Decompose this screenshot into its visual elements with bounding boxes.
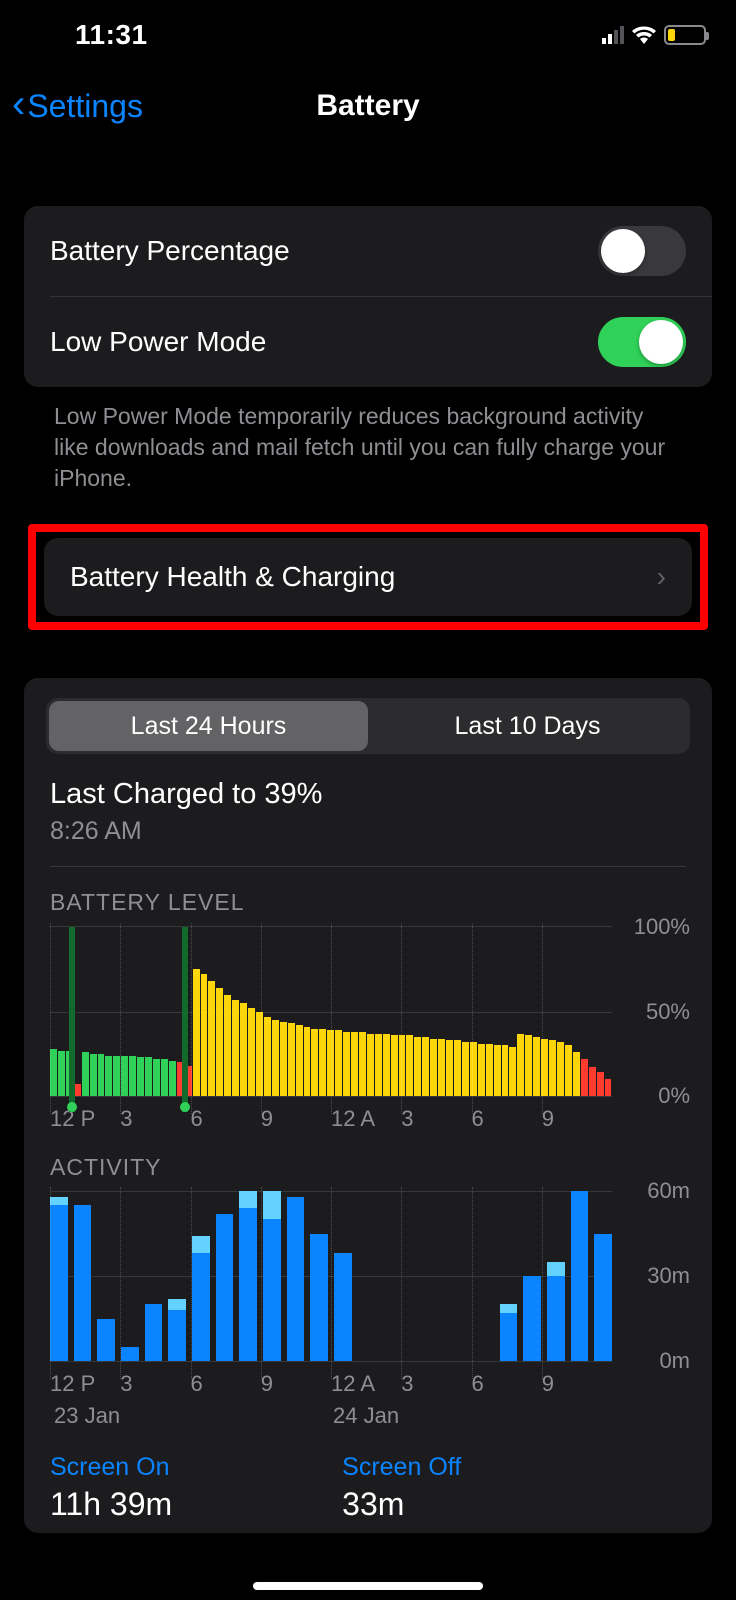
low-power-mode-toggle[interactable] — [598, 317, 686, 367]
date-label-2: 24 Jan — [333, 1403, 612, 1429]
low-power-mode-cell[interactable]: Low Power Mode — [50, 296, 712, 387]
battery-level-label: BATTERY LEVEL — [24, 867, 712, 926]
back-label: Settings — [27, 88, 143, 125]
cell-signal-icon — [602, 26, 624, 44]
status-time: 11:31 — [75, 19, 148, 51]
activity-label: ACTIVITY — [24, 1132, 712, 1191]
settings-group-health: Battery Health & Charging › — [44, 538, 692, 616]
segment-last-10-days[interactable]: Last 10 Days — [368, 701, 687, 751]
screen-off-col: Screen Off 33m — [342, 1453, 461, 1523]
battery-percentage-toggle[interactable] — [598, 226, 686, 276]
chevron-left-icon: ‹ — [12, 84, 25, 124]
settings-group-power: Battery Percentage Low Power Mode — [24, 206, 712, 387]
screen-on-col: Screen On 11h 39m — [50, 1453, 172, 1523]
home-indicator[interactable] — [253, 1582, 483, 1590]
battery-health-label: Battery Health & Charging — [70, 561, 395, 593]
last-charged-time: 8:26 AM — [24, 813, 712, 858]
date-label-1: 23 Jan — [50, 1403, 333, 1429]
screen-off-label: Screen Off — [342, 1453, 461, 1482]
battery-health-cell[interactable]: Battery Health & Charging › — [44, 538, 692, 616]
wifi-icon — [632, 26, 656, 44]
highlight-annotation: Battery Health & Charging › — [28, 524, 708, 630]
status-bar: 11:31 — [0, 0, 736, 70]
segment-last-24-hours[interactable]: Last 24 Hours — [49, 701, 368, 751]
battery-percentage-label: Battery Percentage — [50, 235, 290, 267]
last-charged-title: Last Charged to 39% — [24, 778, 712, 813]
battery-level-chart: 100% 50% 0% 12 P36912 A369 — [24, 926, 712, 1132]
nav-header: ‹ Settings Battery — [0, 76, 736, 136]
status-icons — [602, 25, 706, 45]
battery-percentage-cell[interactable]: Battery Percentage — [24, 206, 712, 296]
screen-on-label: Screen On — [50, 1453, 172, 1482]
chevron-right-icon: › — [657, 561, 666, 593]
low-power-mode-footer: Low Power Mode temporarily reduces backg… — [24, 387, 712, 494]
activity-chart: 60m 30m 0m 12 P36912 A369 23 Jan 24 Jan — [24, 1191, 712, 1429]
screen-off-value: 33m — [342, 1486, 461, 1523]
screen-on-value: 11h 39m — [50, 1486, 172, 1523]
battery-usage-card: Last 24 Hours Last 10 Days Last Charged … — [24, 678, 712, 1533]
screen-time-row: Screen On 11h 39m Screen Off 33m — [24, 1429, 712, 1533]
low-power-mode-label: Low Power Mode — [50, 326, 266, 358]
battery-icon — [664, 25, 706, 45]
time-range-segmented-control[interactable]: Last 24 Hours Last 10 Days — [46, 698, 690, 754]
back-button[interactable]: ‹ Settings — [12, 88, 143, 125]
